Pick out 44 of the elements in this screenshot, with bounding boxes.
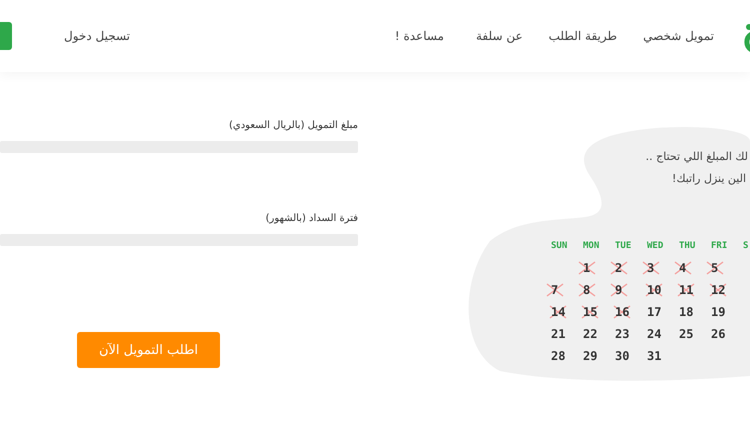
calendar-day: 12 — [711, 283, 726, 297]
promo-text: لك المبلغ اللي تحتاج .. — [644, 149, 748, 165]
calendar-day: 5 — [711, 261, 718, 275]
calendar-day: 15 — [583, 305, 598, 319]
calendar-day: 10 — [647, 283, 662, 297]
nav-link[interactable]: عن سلفة — [476, 29, 523, 43]
weekday-label: WED — [647, 240, 664, 253]
calendar-day: 3 — [647, 261, 654, 275]
weekday-label: SUN — [551, 240, 568, 253]
nav-link[interactable]: مساعدة ! — [394, 29, 444, 43]
field-label: فترة السداد (بالشهور) — [266, 213, 358, 224]
calendar-day: 31 — [647, 349, 662, 363]
calendar-day: 1 — [583, 261, 590, 275]
calendar-day: 16 — [615, 305, 630, 319]
calendar-day: 11 — [679, 283, 694, 297]
calendar-day: 23 — [615, 327, 630, 341]
calendar-day: 7 — [551, 283, 558, 297]
calendar-day: 24 — [647, 327, 662, 341]
calendar-day: 21 — [551, 327, 566, 341]
calendar-day: 19 — [711, 305, 726, 319]
field-label: مبلغ التمويل (بالريال السعودي) — [229, 120, 358, 131]
promo-text: الين ينزل راتبك! — [671, 171, 746, 187]
calendar-day: 30 — [615, 349, 630, 363]
calendar-day: 25 — [679, 327, 694, 341]
calendar-day: 4 — [679, 261, 686, 275]
weekday-label: FRI — [711, 240, 728, 253]
calendar-day: 29 — [583, 349, 598, 363]
calendar-day: 14 — [551, 305, 566, 319]
nav-link[interactable]: تمويل شخصي — [643, 29, 714, 43]
weekday-label: THU — [679, 240, 696, 253]
calendar-day: 22 — [583, 327, 598, 341]
calendar-day: 8 — [583, 283, 590, 297]
calendar-day: 18 — [679, 305, 694, 319]
signup-button[interactable] — [0, 22, 12, 50]
calendar-day: 2 — [615, 261, 622, 275]
calendar-day: 9 — [615, 283, 622, 297]
weekday-label: TUE — [615, 240, 632, 253]
weekday-label: MON — [583, 240, 600, 253]
nav-link[interactable]: طريقة الطلب — [548, 29, 618, 43]
weekday-label: S — [743, 240, 750, 253]
calendar-day: 28 — [551, 349, 566, 363]
calendar-day: 26 — [711, 327, 726, 341]
login-link[interactable]: تسجيل دخول — [64, 29, 130, 43]
calendar-day: 17 — [647, 305, 662, 319]
